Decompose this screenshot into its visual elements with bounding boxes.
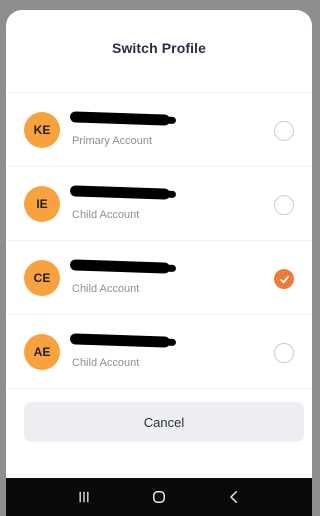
profile-radio[interactable]	[274, 195, 294, 215]
cancel-button[interactable]: Cancel	[24, 402, 304, 442]
redacted-name	[69, 185, 171, 200]
account-type-label: Child Account	[72, 209, 140, 221]
profile-row[interactable]: KE Primary Account	[6, 93, 312, 167]
switch-profile-sheet: Switch Profile KE Primary Account IE Chi…	[6, 10, 312, 478]
account-type-label: Child Account	[72, 357, 140, 369]
back-icon	[230, 491, 238, 503]
home-button[interactable]	[147, 485, 171, 509]
system-nav-bar	[6, 478, 312, 516]
profile-radio[interactable]	[274, 343, 294, 363]
home-icon	[152, 491, 165, 503]
profile-row[interactable]: AE Child Account	[6, 315, 312, 389]
profile-row[interactable]: IE Child Account	[6, 167, 312, 241]
avatar: AE	[24, 334, 60, 370]
profile-list: KE Primary Account IE Child Account CE C…	[6, 92, 312, 389]
redacted-name	[69, 111, 171, 126]
recent-apps-icon	[79, 491, 89, 503]
avatar: KE	[24, 112, 60, 148]
redacted-name	[69, 259, 171, 274]
checkmark-icon	[279, 275, 289, 283]
profile-radio[interactable]	[274, 121, 294, 141]
redacted-name	[69, 333, 171, 348]
avatar: CE	[24, 260, 60, 296]
profile-row[interactable]: CE Child Account	[6, 241, 312, 315]
account-type-label: Primary Account	[72, 135, 153, 147]
profile-radio-selected[interactable]	[274, 269, 294, 289]
avatar: IE	[24, 186, 60, 222]
recent-apps-button[interactable]	[72, 485, 96, 509]
back-button[interactable]	[222, 485, 246, 509]
sheet-title: Switch Profile	[112, 40, 206, 56]
account-type-label: Child Account	[72, 283, 140, 295]
